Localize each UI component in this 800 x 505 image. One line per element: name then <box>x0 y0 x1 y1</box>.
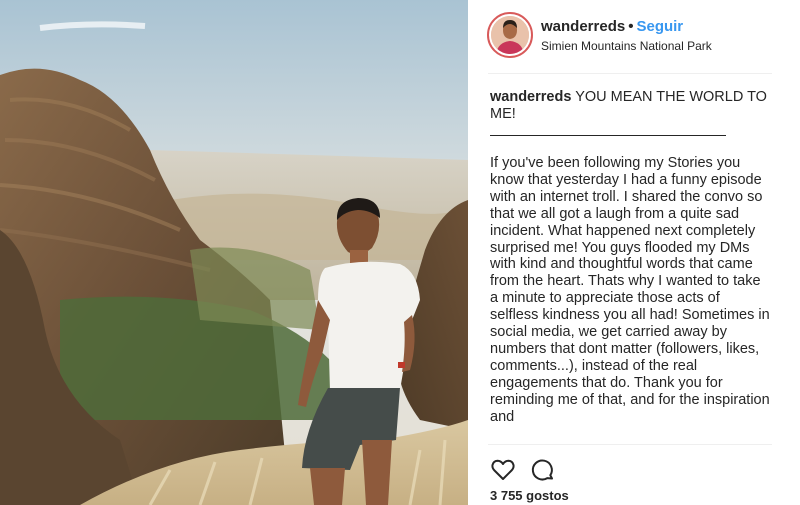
like-button[interactable] <box>490 457 516 483</box>
caption-username[interactable]: wanderreds <box>490 89 571 105</box>
header-username-line: wanderreds • Seguir <box>541 18 683 35</box>
profile-avatar[interactable] <box>491 16 529 54</box>
username-link[interactable]: wanderreds <box>541 18 625 35</box>
actions-divider <box>488 444 772 445</box>
post-photo[interactable] <box>0 0 468 505</box>
action-bar <box>490 457 556 483</box>
post-header: wanderreds • Seguir Simien Mountains Natio… <box>468 0 800 73</box>
header-divider <box>488 73 772 74</box>
location-link[interactable]: Simien Mountains National Park <box>541 39 712 53</box>
heart-icon <box>491 459 515 480</box>
mountain-hiker-photo <box>0 0 468 505</box>
caption-rule <box>490 135 726 136</box>
caption-body: If you've been following my Stories you … <box>490 155 770 425</box>
comment-button[interactable] <box>530 457 556 483</box>
profile-avatar-image <box>491 16 529 54</box>
follow-button[interactable]: Seguir <box>636 18 683 35</box>
comment-icon <box>531 459 553 481</box>
post-side-panel: wanderreds • Seguir Simien Mountains Natio… <box>468 0 800 505</box>
likes-count[interactable]: 3 755 gostos <box>490 488 569 503</box>
avatar-story-ring[interactable] <box>487 12 533 58</box>
caption-title: wanderreds YOU MEAN THE WORLD TO ME! <box>490 89 780 123</box>
separator-dot: • <box>628 18 634 35</box>
